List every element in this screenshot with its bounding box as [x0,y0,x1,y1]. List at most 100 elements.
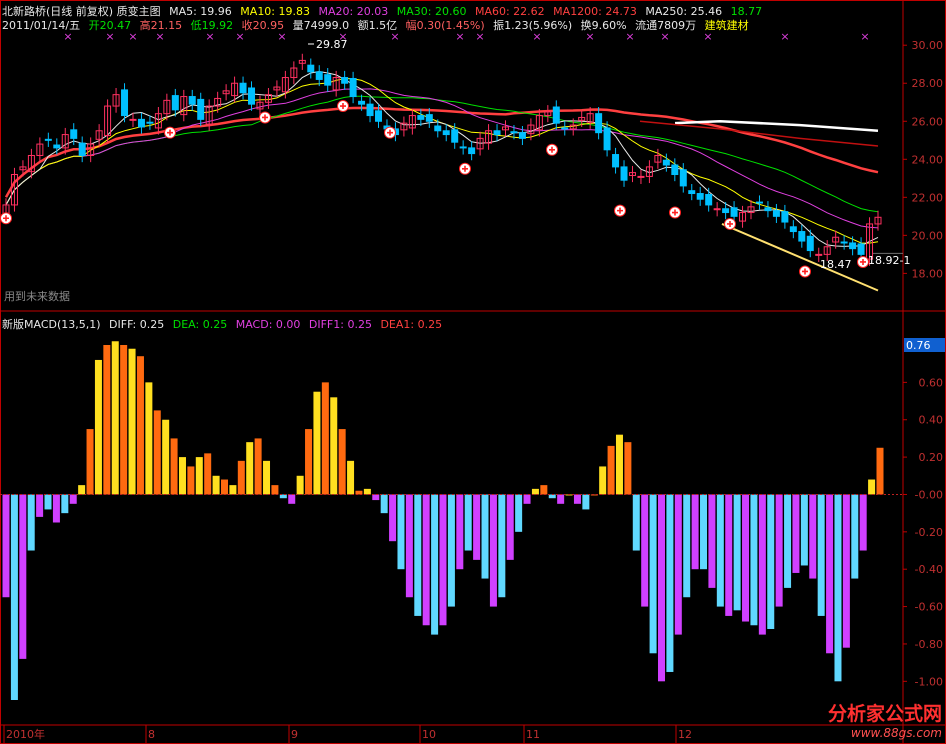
candle-body [815,253,823,256]
macd-bar [103,345,111,495]
candle-body [806,235,814,252]
macd-bar [641,494,649,607]
macd-bar [145,382,153,495]
macd-bar [136,356,144,495]
macd-bar [767,494,775,629]
candle-body [561,127,569,130]
candle-body [366,103,374,117]
time-tick-label: 12 [678,728,692,741]
macd-bar [162,419,170,495]
macd-bar [531,488,539,495]
macd-bar [599,466,607,495]
macd-tick-label: 0.40 [919,414,944,427]
macd-bar [506,494,514,560]
macd-bar [237,460,245,495]
macd-bar [842,494,850,648]
macd-bar [733,494,741,611]
macd-bar [372,494,380,501]
candle-body [849,242,857,250]
candle-body [671,164,679,176]
macd-bar [775,494,783,607]
macd-bar [271,485,279,495]
candle-body [53,144,61,149]
quote-turnover: 换9.60% [580,19,627,32]
peak-price-label: 29.87 [316,38,348,51]
macd-bar [178,457,186,495]
candle-body [434,125,442,132]
quote-volume: 量74999.0 [292,19,350,32]
candle-body [705,193,713,206]
macd-bar [414,494,422,616]
price-tick-label: 20.00 [912,229,944,242]
stock-chart[interactable]: 30.0028.0026.0024.0022.0020.0018.00× × × × ×… [0,0,946,744]
macd-bar [859,494,867,551]
macd-bar [708,494,716,588]
macd-dea1: DEA1: 0.25 [380,318,443,331]
quote-amount: 额1.5亿 [357,19,398,32]
macd-bar [69,494,77,504]
macd-bar [607,445,615,495]
candle-body [137,118,145,128]
macd-bar [2,494,10,598]
candle-body [70,129,78,139]
macd-bar [263,460,271,495]
macd-bar [750,494,758,626]
macd-bar [27,494,35,551]
quote-line: 2011/01/14/五 开20.47 高21.15 低19.92 收20.95… [2,17,754,33]
macd-bar [431,494,439,635]
quote-amplitude: 振1.23(5.96%) [493,19,573,32]
candle-body [375,110,383,122]
time-tick-label: 10 [422,728,436,741]
macd-bar [19,494,27,659]
ma10-line [5,77,879,244]
candle-body [552,106,560,124]
macd-bar [279,494,287,499]
macd-bar [473,494,481,560]
candle-body [722,208,730,214]
candle-body [171,95,179,111]
macd-bar [44,494,52,510]
macd-bar [389,494,397,542]
quote-change: 幅0.30(1.45%) [405,19,485,32]
macd-bar [876,447,884,495]
macd-bar [700,494,708,570]
quote-low: 低19.92 [190,19,234,32]
macd-bar [338,429,346,495]
candle-body [798,231,806,242]
macd-bar [86,429,94,495]
macd-tick-label: -0.60 [915,601,943,614]
candle-body [307,64,315,73]
candle-body [349,77,357,98]
candle-body [459,146,467,149]
candle-body [637,175,645,178]
candle-body [662,159,670,166]
macd-bar [666,494,674,672]
price-tick-label: 18.00 [912,267,944,280]
macd-bar [742,494,750,622]
macd-bar [347,460,355,495]
low-price-label-2: 18.92-1 [868,254,910,267]
candle-body [620,166,628,181]
macd-bar [36,494,44,517]
quote-high: 高21.15 [139,19,183,32]
candle-body [121,89,129,117]
price-tick-label: 26.00 [912,115,944,128]
macd-bar [489,494,497,607]
site-logo: 分析家公式网 www.88gs.com [827,703,942,740]
macd-bar [313,391,321,495]
macd-bar [397,494,405,570]
candle-body [781,211,789,223]
macd-bar [817,494,825,616]
time-tick-label: 9 [291,728,298,741]
candle-body [78,142,86,156]
candle-body [789,226,797,233]
candle-body [696,193,704,200]
macd-bar [851,494,859,579]
macd-bar [498,494,506,598]
candle-body [239,82,247,94]
macd-bar [725,494,733,616]
macd-value: MACD: 0.00 [235,318,301,331]
ma250-line [674,120,879,133]
macd-bar [649,494,657,654]
macd-bar [632,494,640,551]
